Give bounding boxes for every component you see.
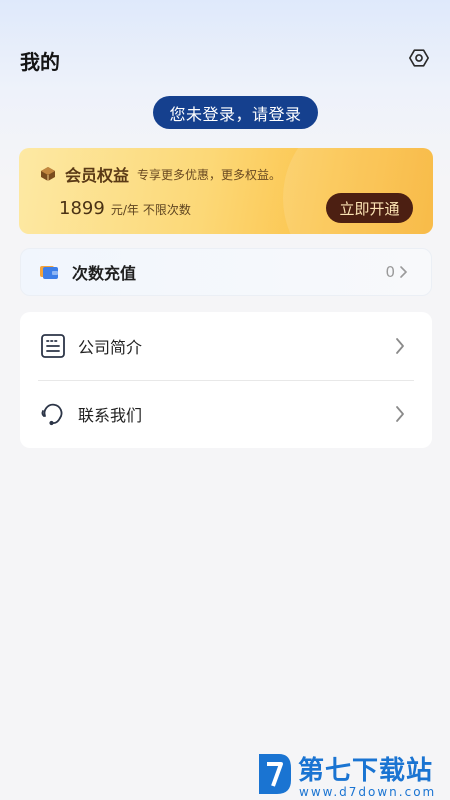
recharge-count: 0 [385, 263, 409, 281]
header: 我的 [0, 40, 450, 80]
recharge-row[interactable]: 次数充值 0 [20, 248, 432, 296]
vip-open-button[interactable]: 立即开通 [326, 193, 413, 223]
chevron-right-icon [400, 266, 408, 278]
menu-item-company-intro[interactable]: 公司简介 [20, 312, 432, 380]
menu-item-label: 公司简介 [78, 338, 143, 357]
vip-title: 会员权益 [65, 166, 130, 185]
recharge-count-value: 0 [385, 263, 395, 281]
document-list-icon [40, 333, 66, 359]
vip-card: 会员权益 专享更多优惠，更多权益。 1899 元/年 不限次数 立即开通 [19, 148, 433, 234]
watermark-url: www.d7down.com [299, 785, 437, 799]
watermark-logo-icon [259, 754, 291, 794]
login-button[interactable]: 您未登录，请登录 [153, 96, 318, 129]
menu-item-contact-us[interactable]: 联系我们 [20, 380, 432, 448]
menu-card: 公司简介 联系我们 [20, 312, 432, 448]
vip-price: 1899 [59, 198, 105, 219]
headset-icon [40, 401, 66, 427]
chevron-right-icon [394, 404, 406, 424]
watermark-title: 第七下载站 [298, 756, 434, 786]
chevron-right-icon [394, 336, 406, 356]
menu-item-label: 联系我们 [78, 406, 143, 425]
settings-button[interactable] [406, 45, 432, 71]
watermark: 第七下载站 www.d7down.com [255, 750, 447, 799]
recharge-label: 次数充值 [72, 264, 137, 283]
vip-price-row: 1899 元/年 不限次数 [59, 198, 191, 219]
vip-badge-icon [39, 165, 57, 183]
vip-header: 会员权益 专享更多优惠，更多权益。 [39, 162, 281, 186]
page-title: 我的 [20, 50, 60, 74]
wallet-icon [38, 261, 60, 283]
vip-price-unit: 元/年 [110, 203, 139, 217]
vip-limit: 不限次数 [142, 203, 191, 217]
vip-description: 专享更多优惠，更多权益。 [137, 167, 282, 182]
settings-hexagon-icon [409, 49, 429, 67]
